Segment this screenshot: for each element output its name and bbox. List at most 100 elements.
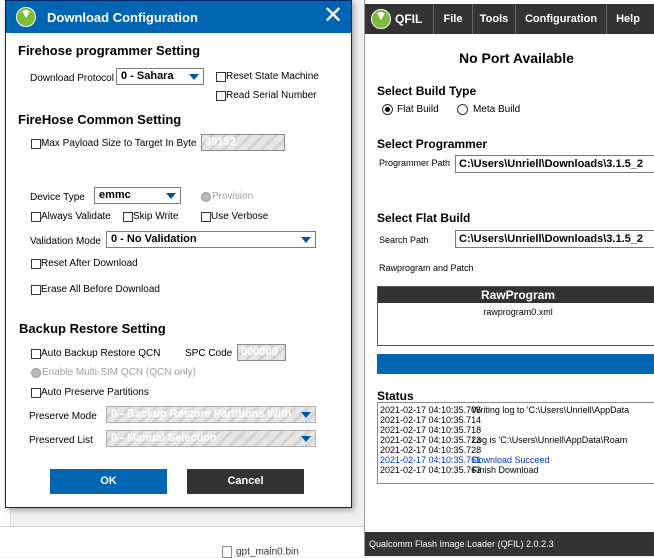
log-row: 2021-02-17 04:10:35.706Writing log to 'C… — [380, 405, 629, 415]
status-heading: Status — [377, 389, 414, 403]
device-type-value: emmc — [99, 189, 131, 201]
file-icon — [222, 546, 232, 558]
rawprogram-file[interactable]: rawprogram0.xml — [378, 307, 654, 317]
menu-file[interactable]: File — [433, 4, 472, 34]
provision-checkbox[interactable] — [201, 192, 211, 202]
chevron-down-icon — [301, 436, 311, 442]
preserved-list-label: Preserved List — [29, 435, 93, 446]
app-name: QFIL — [395, 12, 423, 26]
status-log: 2021-02-17 04:10:35.706Writing log to 'C… — [377, 402, 654, 484]
search-path-label: Search Path — [379, 235, 429, 245]
device-type-label: Device Type — [30, 192, 85, 203]
erase-all-checkbox[interactable] — [31, 285, 41, 295]
erase-all-label: Erase All Before Download — [41, 284, 160, 295]
log-message: Download Succeed — [472, 455, 550, 465]
validation-mode-select[interactable]: 0 - No Validation — [106, 231, 316, 248]
log-row: 2021-02-17 04:10:35.761Download Succeed — [380, 455, 550, 465]
read-serial-number-checkbox[interactable] — [216, 91, 226, 101]
preserved-list-select[interactable]: 0 - Manual Selection — [106, 430, 316, 447]
skip-write-checkbox[interactable] — [123, 212, 133, 222]
enable-multi-sim-label: Enable Multi-SIM QCN (QCN only) — [42, 367, 196, 378]
menu-help[interactable]: Help — [606, 4, 649, 34]
log-message: Log is 'C:\Users\Unriell\AppData\Roam — [472, 435, 628, 445]
max-payload-label: Max Payload Size to Target In Byte — [41, 138, 197, 149]
cancel-button[interactable]: Cancel — [187, 469, 304, 494]
footer-text: Qualcomm Flash Image Loader (QFIL) 2.0.2… — [369, 539, 554, 549]
auto-backup-restore-qcn-checkbox[interactable] — [31, 349, 41, 359]
log-timestamp: 2021-02-17 04:10:35.718 — [380, 425, 482, 435]
menu-tools[interactable]: Tools — [472, 4, 515, 34]
rawprogram-header: RawProgram — [378, 287, 654, 303]
programmer-path-label: Programmer Path — [379, 158, 451, 168]
download-protocol-value: 0 - Sahara — [121, 70, 174, 82]
port-status: No Port Available — [459, 50, 574, 66]
search-path-input[interactable]: C:\Users\Unriell\Downloads\3.1.5_2 — [455, 230, 654, 248]
preserved-list-value: 0 - Manual Selection — [111, 432, 217, 444]
background-file-list — [0, 526, 364, 557]
close-icon[interactable]: ✕ — [320, 3, 346, 29]
skip-write-label: Skip Write — [133, 211, 179, 222]
dialog-title: Download Configuration — [47, 10, 198, 25]
always-validate-checkbox[interactable] — [31, 212, 41, 222]
log-timestamp: 2021-02-17 04:10:35.761 — [380, 455, 482, 465]
ok-button[interactable]: OK — [50, 469, 167, 494]
chevron-down-icon — [166, 193, 176, 199]
use-verbose-label: Use Verbose — [211, 211, 269, 222]
log-timestamp: 2021-02-17 04:10:35.714 — [380, 415, 482, 425]
firehose-programmer-heading: Firehose programmer Setting — [18, 43, 201, 58]
log-timestamp: 2021-02-17 04:10:35.728 — [380, 445, 482, 455]
download-configuration-dialog: Download Configuration ✕ Firehose progra… — [5, 0, 352, 508]
download-protocol-select[interactable]: 0 - Sahara — [116, 68, 204, 85]
download-protocol-label: Download Protocol — [30, 73, 114, 84]
preserve-mode-value: 0 - Backup Restore Partitions With — [111, 408, 292, 420]
always-validate-label: Always Validate — [41, 211, 111, 222]
download-button[interactable] — [377, 354, 654, 374]
use-verbose-checkbox[interactable] — [201, 212, 211, 222]
max-payload-input[interactable]: 49152 — [201, 134, 285, 151]
reset-state-machine-checkbox[interactable] — [216, 72, 226, 82]
meta-build-radio[interactable] — [457, 104, 468, 115]
validation-mode-label: Validation Mode — [30, 236, 101, 247]
log-timestamp: 2021-02-17 04:10:35.763 — [380, 465, 482, 475]
log-row: 2021-02-17 04:10:35.728 — [380, 445, 482, 455]
programmer-path-input[interactable]: C:\Users\Unriell\Downloads\3.1.5_2 — [455, 155, 654, 173]
background-file-item[interactable]: gpt_main0.bin — [222, 546, 299, 558]
log-row: 2021-02-17 04:10:35.718 — [380, 425, 482, 435]
log-message: Finish Download — [472, 465, 539, 475]
log-message: Writing log to 'C:\Users\Unriell\AppData — [472, 405, 630, 415]
spc-code-input[interactable]: 000000 — [237, 344, 286, 361]
log-row: 2021-02-17 04:10:35.723Log is 'C:\Users\… — [380, 435, 627, 445]
reset-after-download-checkbox[interactable] — [31, 259, 41, 269]
menu-configuration[interactable]: Configuration — [515, 4, 606, 34]
menu-bar: QFIL File Tools Configuration Help — [365, 4, 654, 34]
flat-build-heading: Select Flat Build — [377, 211, 471, 225]
rawprogram-table: RawProgram rawprogram0.xml — [377, 286, 654, 346]
footer-status: Qualcomm Flash Image Loader (QFIL) 2.0.2… — [365, 532, 654, 556]
dialog-title-bar: Download Configuration ✕ — [6, 1, 351, 33]
log-timestamp: 2021-02-17 04:10:35.706 — [380, 405, 482, 415]
validation-mode-value: 0 - No Validation — [111, 233, 197, 245]
reset-after-download-label: Reset After Download — [41, 258, 138, 269]
device-type-select[interactable]: emmc — [94, 187, 181, 204]
qfil-main-window: QFIL File Tools Configuration Help No Po… — [364, 0, 654, 556]
flat-build-radio[interactable] — [382, 104, 393, 115]
qfil-logo-icon — [371, 9, 391, 29]
chevron-down-icon — [301, 237, 311, 243]
build-type-heading: Select Build Type — [377, 84, 477, 98]
read-serial-number-label: Read Serial Number — [226, 90, 317, 101]
chevron-down-icon — [301, 412, 311, 418]
meta-build-label: Meta Build — [473, 104, 521, 115]
enable-multi-sim-checkbox[interactable] — [31, 368, 41, 378]
preserve-mode-select[interactable]: 0 - Backup Restore Partitions With — [106, 406, 316, 423]
auto-preserve-partitions-label: Auto Preserve Partitions — [41, 387, 149, 398]
max-payload-checkbox[interactable] — [31, 139, 41, 149]
reset-state-machine-label: Reset State Machine — [226, 71, 319, 82]
backup-restore-heading: Backup Restore Setting — [19, 321, 166, 336]
auto-backup-restore-qcn-label: Auto Backup Restore QCN — [41, 348, 161, 359]
chevron-down-icon — [189, 74, 199, 80]
spc-code-label: SPC Code — [185, 348, 233, 359]
log-row: 2021-02-17 04:10:35.763Finish Download — [380, 465, 539, 475]
auto-preserve-partitions-checkbox[interactable] — [31, 388, 41, 398]
flat-build-label: Flat Build — [397, 104, 439, 115]
programmer-heading: Select Programmer — [377, 137, 488, 151]
